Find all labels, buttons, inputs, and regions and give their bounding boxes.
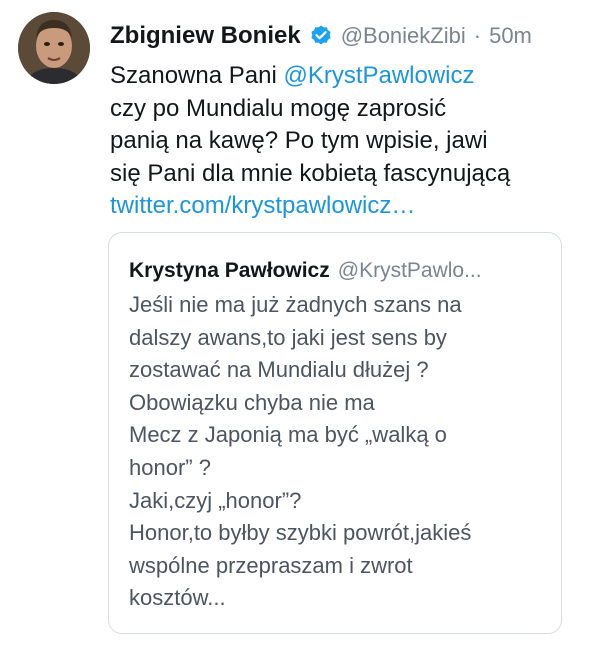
avatar-image bbox=[18, 12, 90, 84]
tweet-text-prefix: Szanowna Pani bbox=[110, 62, 284, 89]
author-handle[interactable]: @BoniekZibi bbox=[341, 23, 466, 49]
tweet-header: Zbigniew Boniek @BoniekZibi · 50m bbox=[110, 22, 532, 50]
quoted-text-line: Obowiązku chyba nie ma bbox=[129, 389, 375, 415]
quoted-text-line: zostawać na Mundialu dłużej ? bbox=[129, 357, 429, 383]
quoted-tweet-text: Jeśli nie ma już żadnych szans na dalszy… bbox=[129, 289, 549, 615]
quoted-author-handle: @KrystPawlo... bbox=[337, 259, 482, 282]
quoted-text-line: Honor,to byłby szybki powrót,jakieś bbox=[129, 520, 472, 546]
verified-badge-icon bbox=[309, 24, 333, 48]
quoted-author-name: Krystyna Pawłowicz bbox=[129, 259, 330, 282]
quoted-text-line: kosztów... bbox=[129, 585, 226, 611]
author-name[interactable]: Zbigniew Boniek bbox=[110, 22, 301, 50]
tweet-text: Szanowna Pani @KrystPawlowicz czy po Mun… bbox=[110, 60, 590, 223]
quoted-tweet-header: Krystyna Pawłowicz @KrystPawlo... bbox=[129, 259, 482, 283]
quoted-text-line: Jeśli nie ma już żadnych szans na bbox=[129, 292, 462, 317]
tweet: Zbigniew Boniek @BoniekZibi · 50m Szanow… bbox=[0, 0, 600, 654]
quoted-tweet-card[interactable]: Krystyna Pawłowicz @KrystPawlo... Jeśli … bbox=[108, 232, 562, 634]
quoted-text-line: Mecz z Japonią ma być „walką o bbox=[129, 422, 447, 448]
tweet-text-line: Szanowna Pani @KrystPawlowicz bbox=[110, 60, 590, 93]
separator-dot: · bbox=[473, 23, 482, 48]
avatar[interactable] bbox=[18, 12, 90, 84]
mention-link[interactable]: @KrystPawlowicz bbox=[283, 62, 474, 89]
tweet-timestamp[interactable]: 50m bbox=[489, 23, 532, 49]
quoted-text-line: dalszy awans,to jaki jest sens by bbox=[129, 324, 447, 350]
tweet-text-line: czy po Mundialu mogę zaprosić bbox=[110, 94, 447, 122]
quoted-text-line: wspólne przepraszam i zwrot bbox=[129, 552, 413, 578]
quoted-text-line: honor” ? bbox=[129, 454, 211, 480]
quoted-text-line: Jaki,czyj „honor”? bbox=[129, 487, 302, 513]
url-link[interactable]: twitter.com/krystpawlowicz… bbox=[110, 190, 590, 223]
tweet-text-line: się Pani dla mnie kobietą fascynującą bbox=[110, 159, 511, 187]
tweet-text-line: panią na kawę? Po tym wpisie, jawi bbox=[110, 127, 488, 154]
